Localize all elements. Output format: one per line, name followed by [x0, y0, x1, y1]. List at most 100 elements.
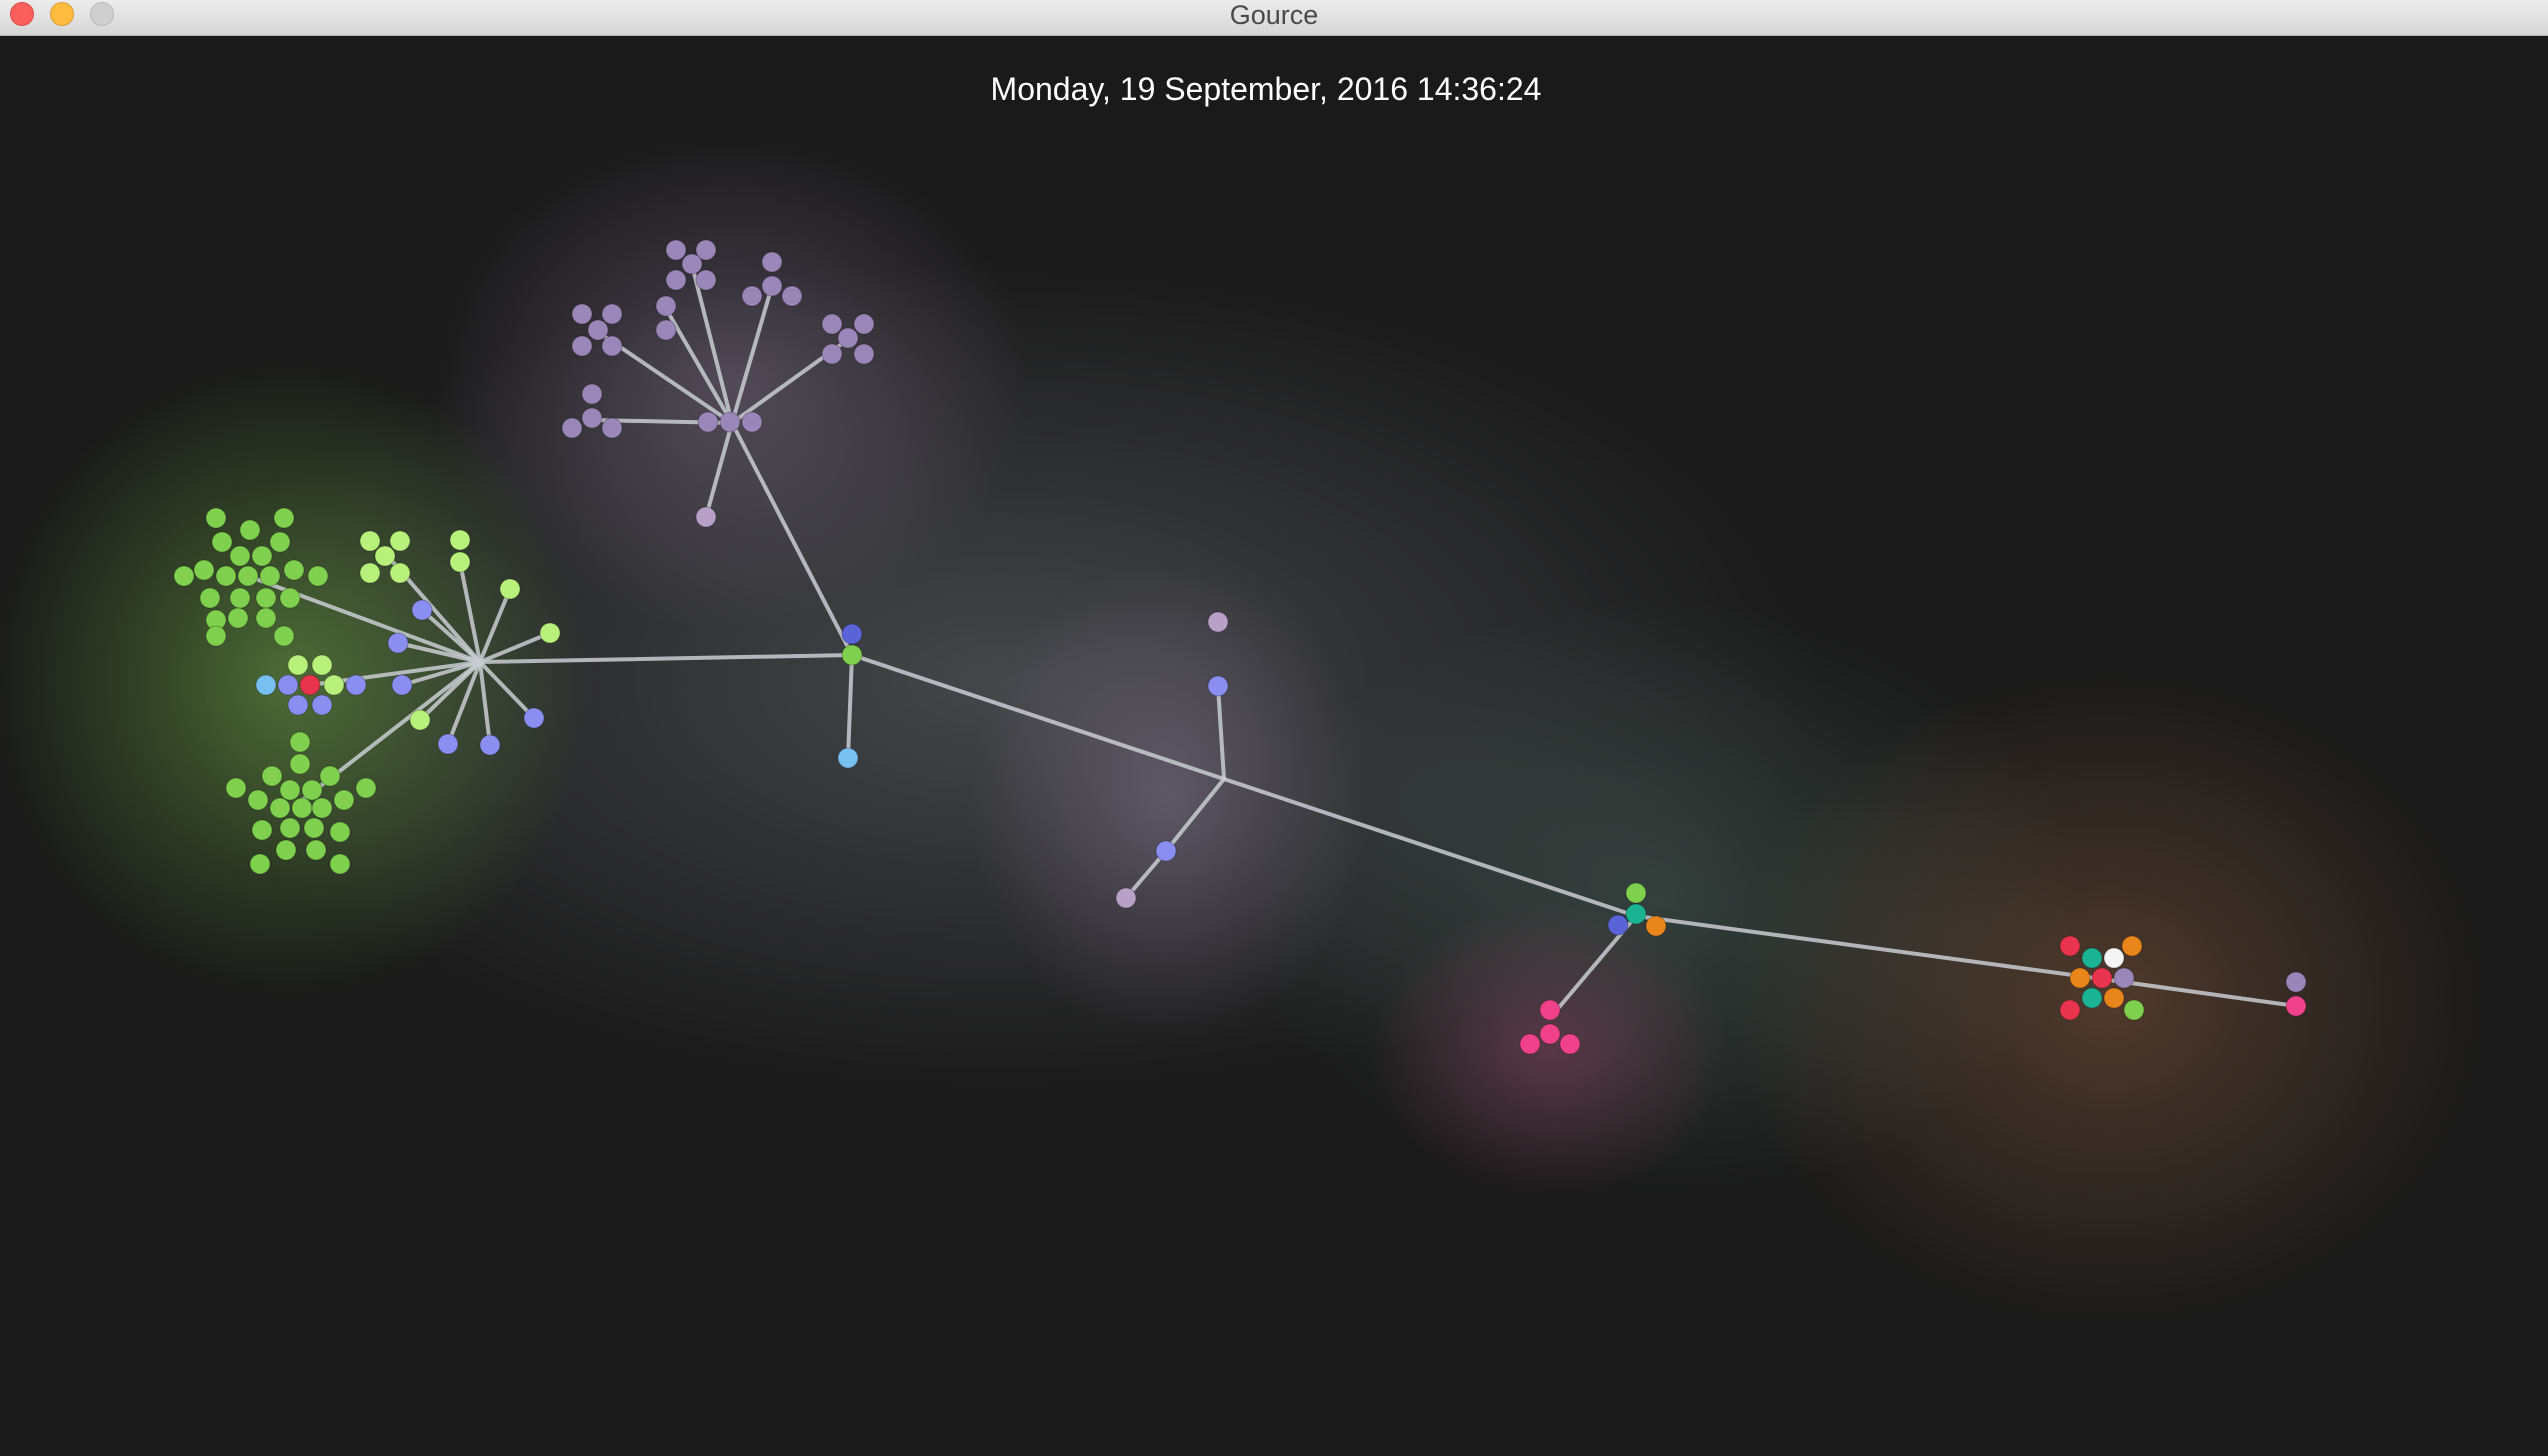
date-label: Monday, 19 September, 2016 14:36:24 — [991, 71, 1542, 107]
file-node — [1559, 1033, 1581, 1055]
file-node — [2285, 995, 2307, 1017]
file-node — [741, 411, 763, 433]
file-node — [193, 559, 215, 581]
file-node — [499, 578, 521, 600]
file-node — [311, 797, 333, 819]
file-node — [287, 694, 309, 716]
file-node — [571, 335, 593, 357]
file-node — [229, 587, 251, 609]
file-node — [215, 565, 237, 587]
file-node — [311, 654, 333, 676]
file-node — [695, 506, 717, 528]
file-node — [2285, 971, 2307, 993]
file-node — [655, 295, 677, 317]
file-node — [389, 530, 411, 552]
file-node — [2103, 987, 2125, 1009]
file-node — [581, 407, 603, 429]
file-node — [261, 765, 283, 787]
file-node — [289, 731, 311, 753]
file-node — [391, 674, 413, 696]
file-node — [273, 507, 295, 529]
file-node — [479, 734, 501, 756]
file-node — [837, 327, 859, 349]
file-node — [2113, 967, 2135, 989]
file-node — [329, 821, 351, 843]
file-node — [227, 607, 249, 629]
file-node — [601, 335, 623, 357]
file-node — [255, 587, 277, 609]
file-node — [2103, 947, 2125, 969]
file-node — [2121, 935, 2143, 957]
file-node — [601, 303, 623, 325]
file-node — [571, 303, 593, 325]
file-node — [2091, 967, 2113, 989]
file-node — [561, 417, 583, 439]
file-node — [225, 777, 247, 799]
file-node — [1539, 1023, 1561, 1045]
gource-visualization[interactable]: Monday, 19 September, 2016 14:36:24 — [0, 36, 2548, 1456]
file-node — [279, 779, 301, 801]
file-node — [277, 674, 299, 696]
file-node — [287, 654, 309, 676]
file-node — [1539, 999, 1561, 1021]
file-node — [205, 507, 227, 529]
file-node — [247, 789, 269, 811]
glow-layer — [0, 130, 2490, 1330]
file-node — [655, 319, 677, 341]
file-node — [329, 853, 351, 875]
file-node — [173, 565, 195, 587]
file-node — [853, 313, 875, 335]
file-node — [305, 839, 327, 861]
file-node — [374, 545, 396, 567]
file-node — [199, 587, 221, 609]
file-node — [1207, 675, 1229, 697]
file-node — [1155, 840, 1177, 862]
file-node — [587, 319, 609, 341]
file-node — [289, 753, 311, 775]
file-node — [695, 269, 717, 291]
file-node — [355, 777, 377, 799]
window-title: Gource — [1229, 0, 1319, 30]
file-node — [1645, 915, 1667, 937]
file-node — [283, 559, 305, 581]
file-node — [409, 709, 431, 731]
file-node — [311, 694, 333, 716]
title-bar: Gource — [0, 0, 2548, 36]
file-node — [345, 674, 367, 696]
file-node — [299, 674, 321, 696]
file-node — [449, 529, 471, 551]
file-node — [237, 565, 259, 587]
file-node — [259, 565, 281, 587]
file-node — [2123, 999, 2145, 1021]
file-node — [681, 253, 703, 275]
file-node — [301, 779, 323, 801]
file-node — [251, 819, 273, 841]
file-node — [359, 530, 381, 552]
file-node — [437, 733, 459, 755]
file-node — [359, 562, 381, 584]
file-node — [319, 765, 341, 787]
file-node — [741, 285, 763, 307]
file-node — [303, 817, 325, 839]
file-node — [333, 789, 355, 811]
file-node — [307, 565, 329, 587]
file-node — [269, 531, 291, 553]
file-node — [1625, 882, 1647, 904]
file-node — [665, 239, 687, 261]
file-node — [255, 674, 277, 696]
file-node — [821, 343, 843, 365]
file-node — [781, 285, 803, 307]
file-node — [255, 607, 277, 629]
file-node — [2059, 935, 2081, 957]
file-node — [411, 599, 433, 621]
file-node — [2059, 999, 2081, 1021]
file-node — [2069, 967, 2091, 989]
file-node — [279, 817, 301, 839]
file-node — [211, 531, 233, 553]
file-node — [249, 853, 271, 875]
file-node — [841, 644, 863, 666]
file-node — [251, 545, 273, 567]
file-node — [1625, 903, 1647, 925]
file-node — [601, 417, 623, 439]
file-node — [841, 623, 863, 645]
